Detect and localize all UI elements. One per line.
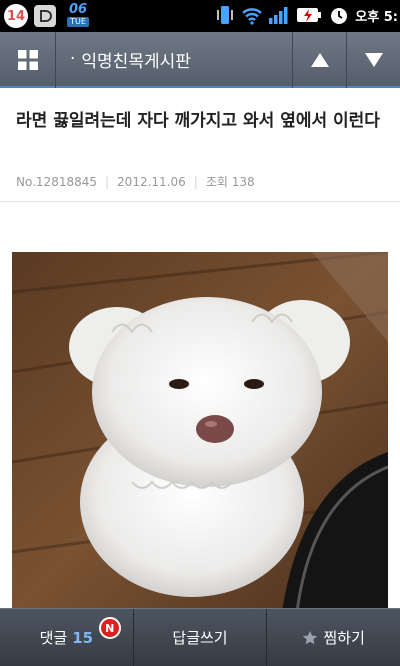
grid-icon [17, 50, 38, 70]
write-reply-button[interactable]: 답글쓰기 [134, 609, 268, 666]
post-number: No.12818845 [16, 174, 97, 189]
post-title: 라면 끓일려는데 자다 깨가지고 와서 옆에서 이런다 [16, 111, 380, 131]
triangle-up-icon [310, 53, 329, 67]
star-icon [303, 630, 318, 644]
new-badge: N [98, 617, 121, 639]
signal-icon [268, 4, 290, 26]
favorite-label: 찜하기 [323, 629, 365, 647]
alarm-icon [328, 4, 350, 26]
comments-button[interactable]: 댓글 15 N [0, 609, 134, 666]
battery-charging-icon [295, 4, 323, 26]
comment-count: 15 [72, 628, 94, 647]
post-image[interactable] [12, 252, 388, 612]
app-header: · 익명친목게시판 [0, 32, 400, 88]
comments-label: 댓글 [39, 629, 68, 647]
board-title: · 익명친목게시판 [70, 49, 191, 72]
post-views: 조회 138 [205, 175, 255, 189]
triangle-down-icon [364, 53, 383, 67]
write-reply-label: 답글쓰기 [172, 629, 228, 647]
previous-post-button[interactable] [292, 32, 346, 88]
next-post-button[interactable] [346, 32, 400, 88]
clock: 오후 5: [355, 9, 398, 25]
post-date: 2012.11.06 [117, 174, 186, 189]
bottom-action-bar: 댓글 15 N 답글쓰기 찜하기 [0, 608, 400, 666]
post-meta: No.12818845 | 2012.11.06 | 조회 138 [16, 174, 255, 190]
menu-grid-button[interactable] [0, 32, 56, 88]
favorite-button[interactable]: 찜하기 [267, 609, 400, 666]
calendar-icon: 06 TUE [67, 2, 89, 27]
download-icon [34, 5, 56, 27]
notification-count-icon: 14 [4, 4, 28, 28]
vibrate-icon [214, 4, 236, 26]
wifi-icon [241, 4, 263, 26]
status-bar: 14 06 TUE 오후 5: [0, 0, 400, 32]
